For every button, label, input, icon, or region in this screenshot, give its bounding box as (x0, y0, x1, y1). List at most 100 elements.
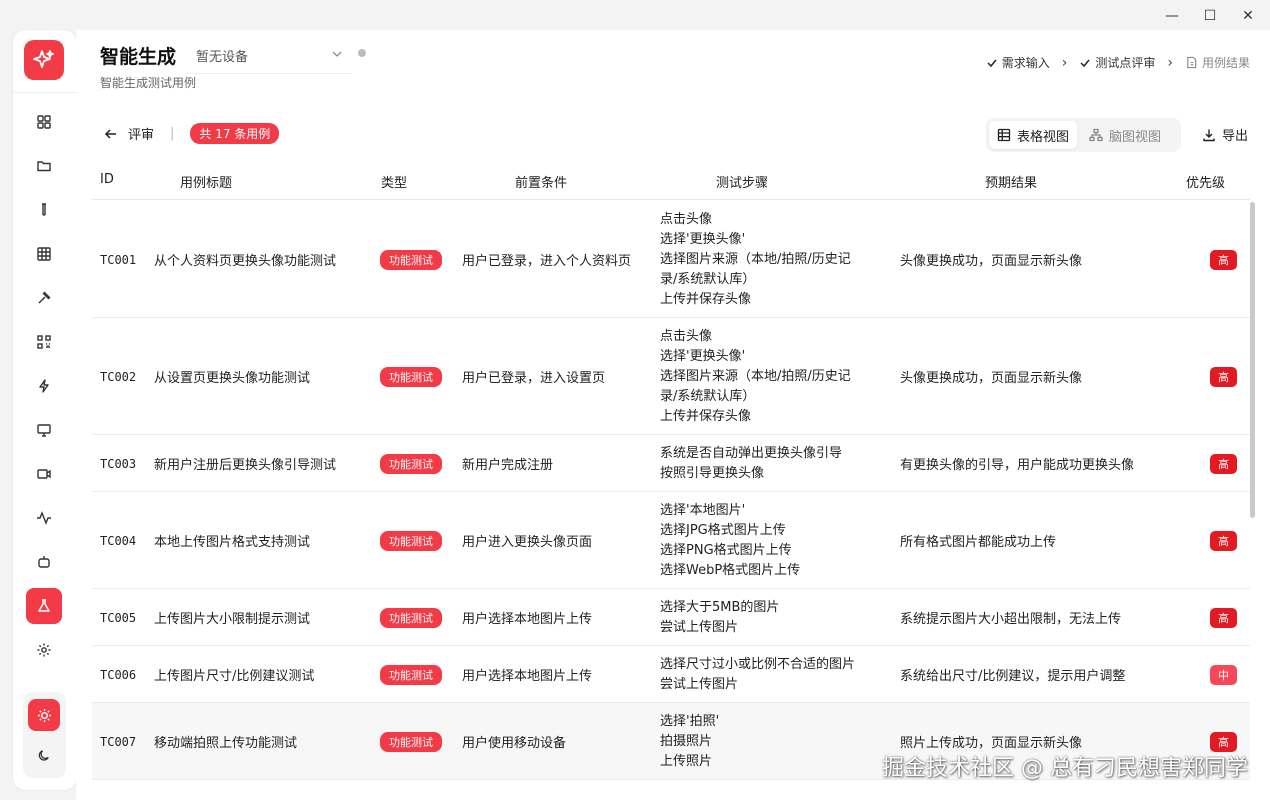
video-icon (37, 469, 51, 479)
case-precondition: 用户选择本地图片上传 (462, 612, 593, 627)
export-label: 导出 (1221, 129, 1248, 144)
robot-icon (38, 556, 50, 568)
priority-badge: 高 (1210, 530, 1237, 551)
step-line: 选择'更换头像' (660, 348, 746, 364)
case-type-badge: 功能测试 (380, 249, 442, 270)
case-priority-cell: 高 (1210, 201, 1237, 318)
case-priority-cell: 高 (1210, 435, 1237, 492)
case-steps: 选择大于5MB的图片 尝试上传图片 (660, 589, 779, 646)
app-logo[interactable] (24, 40, 64, 80)
col-header-type[interactable]: 类型 (381, 172, 407, 191)
case-title: 移动端拍照上传功能测试 (154, 736, 298, 751)
maximize-icon[interactable]: ☐ (1200, 6, 1220, 26)
step-line: 录/系统默认库） (660, 388, 756, 404)
device-status-dot (358, 49, 366, 57)
case-expected: 所有格式图片都能成功上传 (900, 535, 1057, 550)
case-type-badge: 功能测试 (380, 530, 442, 551)
export-button[interactable]: 导出 (1202, 125, 1248, 144)
step-review[interactable]: 测试点评审 (1079, 54, 1155, 71)
dashboard-icon (37, 115, 51, 129)
col-header-expected[interactable]: 预期结果 (985, 172, 1037, 191)
table-row[interactable]: TC006 上传图片尺寸/比例建议测试 功能测试 用户选择本地图片上传 选择尺寸… (92, 646, 1250, 703)
sidebar-item-qrcode[interactable] (31, 329, 57, 355)
sidebar-item-robot[interactable] (31, 549, 57, 575)
step-line: 上传并保存头像 (660, 291, 752, 307)
case-expected: 有更换头像的引导，用户能成功更换头像 (900, 458, 1135, 473)
table-row[interactable]: TC005 上传图片大小限制提示测试 功能测试 用户选择本地图片上传 选择大于5… (92, 589, 1250, 646)
table-scrollbar[interactable] (1250, 202, 1255, 518)
case-steps: 点击头像 选择'更换头像' 选择图片来源（本地/拍照/历史记 录/系统默认库） … (660, 318, 851, 435)
step-result[interactable]: 用例结果 (1185, 54, 1250, 71)
case-expected: 头像更换成功，页面显示新头像 (900, 371, 1083, 386)
minimize-icon[interactable]: — (1162, 6, 1182, 26)
priority-badge: 高 (1210, 453, 1237, 474)
monitor-icon (37, 424, 51, 437)
sidebar-item-tools[interactable] (31, 285, 57, 311)
col-header-steps[interactable]: 测试步骤 (716, 172, 768, 191)
case-id: TC001 (100, 252, 137, 267)
col-header-title[interactable]: 用例标题 (180, 172, 232, 191)
step-requirement[interactable]: 需求输入 (986, 54, 1050, 71)
case-priority-cell: 高 (1210, 318, 1237, 435)
step-label: 用例结果 (1201, 56, 1250, 70)
back-to-review-link[interactable]: 评审 (128, 124, 154, 143)
case-title: 本地上传图片格式支持测试 (154, 535, 311, 550)
case-priority-cell: 中 (1210, 646, 1237, 703)
document-icon (1187, 56, 1197, 69)
progress-steps: 需求输入 › 测试点评审 › 用例结果 (986, 54, 1250, 71)
priority-badge: 高 (1210, 731, 1237, 752)
case-type-cell: 功能测试 (380, 492, 442, 589)
case-type-badge: 功能测试 (380, 664, 442, 685)
dark-theme-button[interactable] (31, 742, 57, 768)
sidebar-item-test-tube[interactable] (31, 197, 57, 223)
case-expected: 系统给出尺寸/比例建议，提示用户调整 (900, 669, 1126, 684)
table-row[interactable]: TC001 从个人资料页更换头像功能测试 功能测试 用户已登录，进入个人资料页 … (92, 201, 1250, 318)
case-id: TC006 (100, 667, 137, 682)
table-row[interactable]: TC002 从设置页更换头像功能测试 功能测试 用户已登录，进入设置页 点击头像… (92, 318, 1250, 435)
case-count-badge: 共 17 条用例 (190, 123, 280, 144)
table-view-button[interactable]: 表格视图 (989, 121, 1078, 149)
device-select[interactable]: 暂无设备 (186, 38, 351, 74)
table-icon (997, 128, 1011, 142)
priority-badge: 高 (1210, 607, 1237, 628)
activity-icon (37, 511, 51, 525)
review-toolbar: 评审 | 共 17 条用例 (104, 123, 280, 144)
mindmap-view-button[interactable]: 脑图视图 (1081, 121, 1169, 149)
sidebar-item-monitor[interactable] (31, 505, 57, 531)
arrow-left-icon[interactable] (104, 127, 118, 141)
case-id: TC002 (100, 369, 137, 384)
sidebar-item-smart-generate[interactable] (26, 588, 62, 624)
close-icon[interactable]: ✕ (1238, 6, 1258, 26)
table-row[interactable]: TC004 本地上传图片格式支持测试 功能测试 用户进入更换头像页面 选择'本地… (92, 492, 1250, 589)
sidebar-item-performance[interactable] (31, 373, 57, 399)
col-header-id[interactable]: ID (100, 172, 114, 187)
case-type-cell: 功能测试 (380, 703, 442, 780)
step-line: 选择图片来源（本地/拍照/历史记 (660, 251, 851, 267)
sidebar (13, 30, 76, 790)
table-row[interactable]: TC003 新用户注册后更换头像引导测试 功能测试 新用户完成注册 系统是否自动… (92, 435, 1250, 492)
sidebar-item-projects[interactable] (31, 153, 57, 179)
step-line: 选择JPG格式图片上传 (660, 522, 786, 538)
sidebar-item-video[interactable] (31, 461, 57, 487)
sidebar-item-devices[interactable] (31, 417, 57, 443)
step-line: 选择'更换头像' (660, 231, 746, 247)
case-type-badge: 功能测试 (380, 453, 442, 474)
light-theme-button[interactable] (28, 699, 60, 731)
case-type-badge: 功能测试 (380, 366, 442, 387)
case-type-cell: 功能测试 (380, 201, 442, 318)
step-line: 选择WebP格式图片上传 (660, 562, 801, 578)
col-header-priority[interactable]: 优先级 (1186, 172, 1225, 191)
case-priority-cell: 高 (1210, 589, 1237, 646)
col-header-precondition[interactable]: 前置条件 (515, 172, 567, 191)
priority-badge: 高 (1210, 249, 1237, 270)
step-line: 选择PNG格式图片上传 (660, 542, 792, 558)
case-id: TC003 (100, 456, 137, 471)
case-expected: 系统提示图片大小超出限制，无法上传 (900, 612, 1122, 627)
sidebar-item-settings[interactable] (31, 637, 57, 663)
step-line: 选择尺寸过小或比例不合适的图片 (660, 656, 856, 672)
case-type-cell: 功能测试 (380, 435, 442, 492)
case-priority-cell: 高 (1210, 492, 1237, 589)
sidebar-item-dashboard[interactable] (31, 109, 57, 135)
step-line: 点击头像 (660, 211, 713, 227)
sidebar-item-table[interactable] (31, 241, 57, 267)
